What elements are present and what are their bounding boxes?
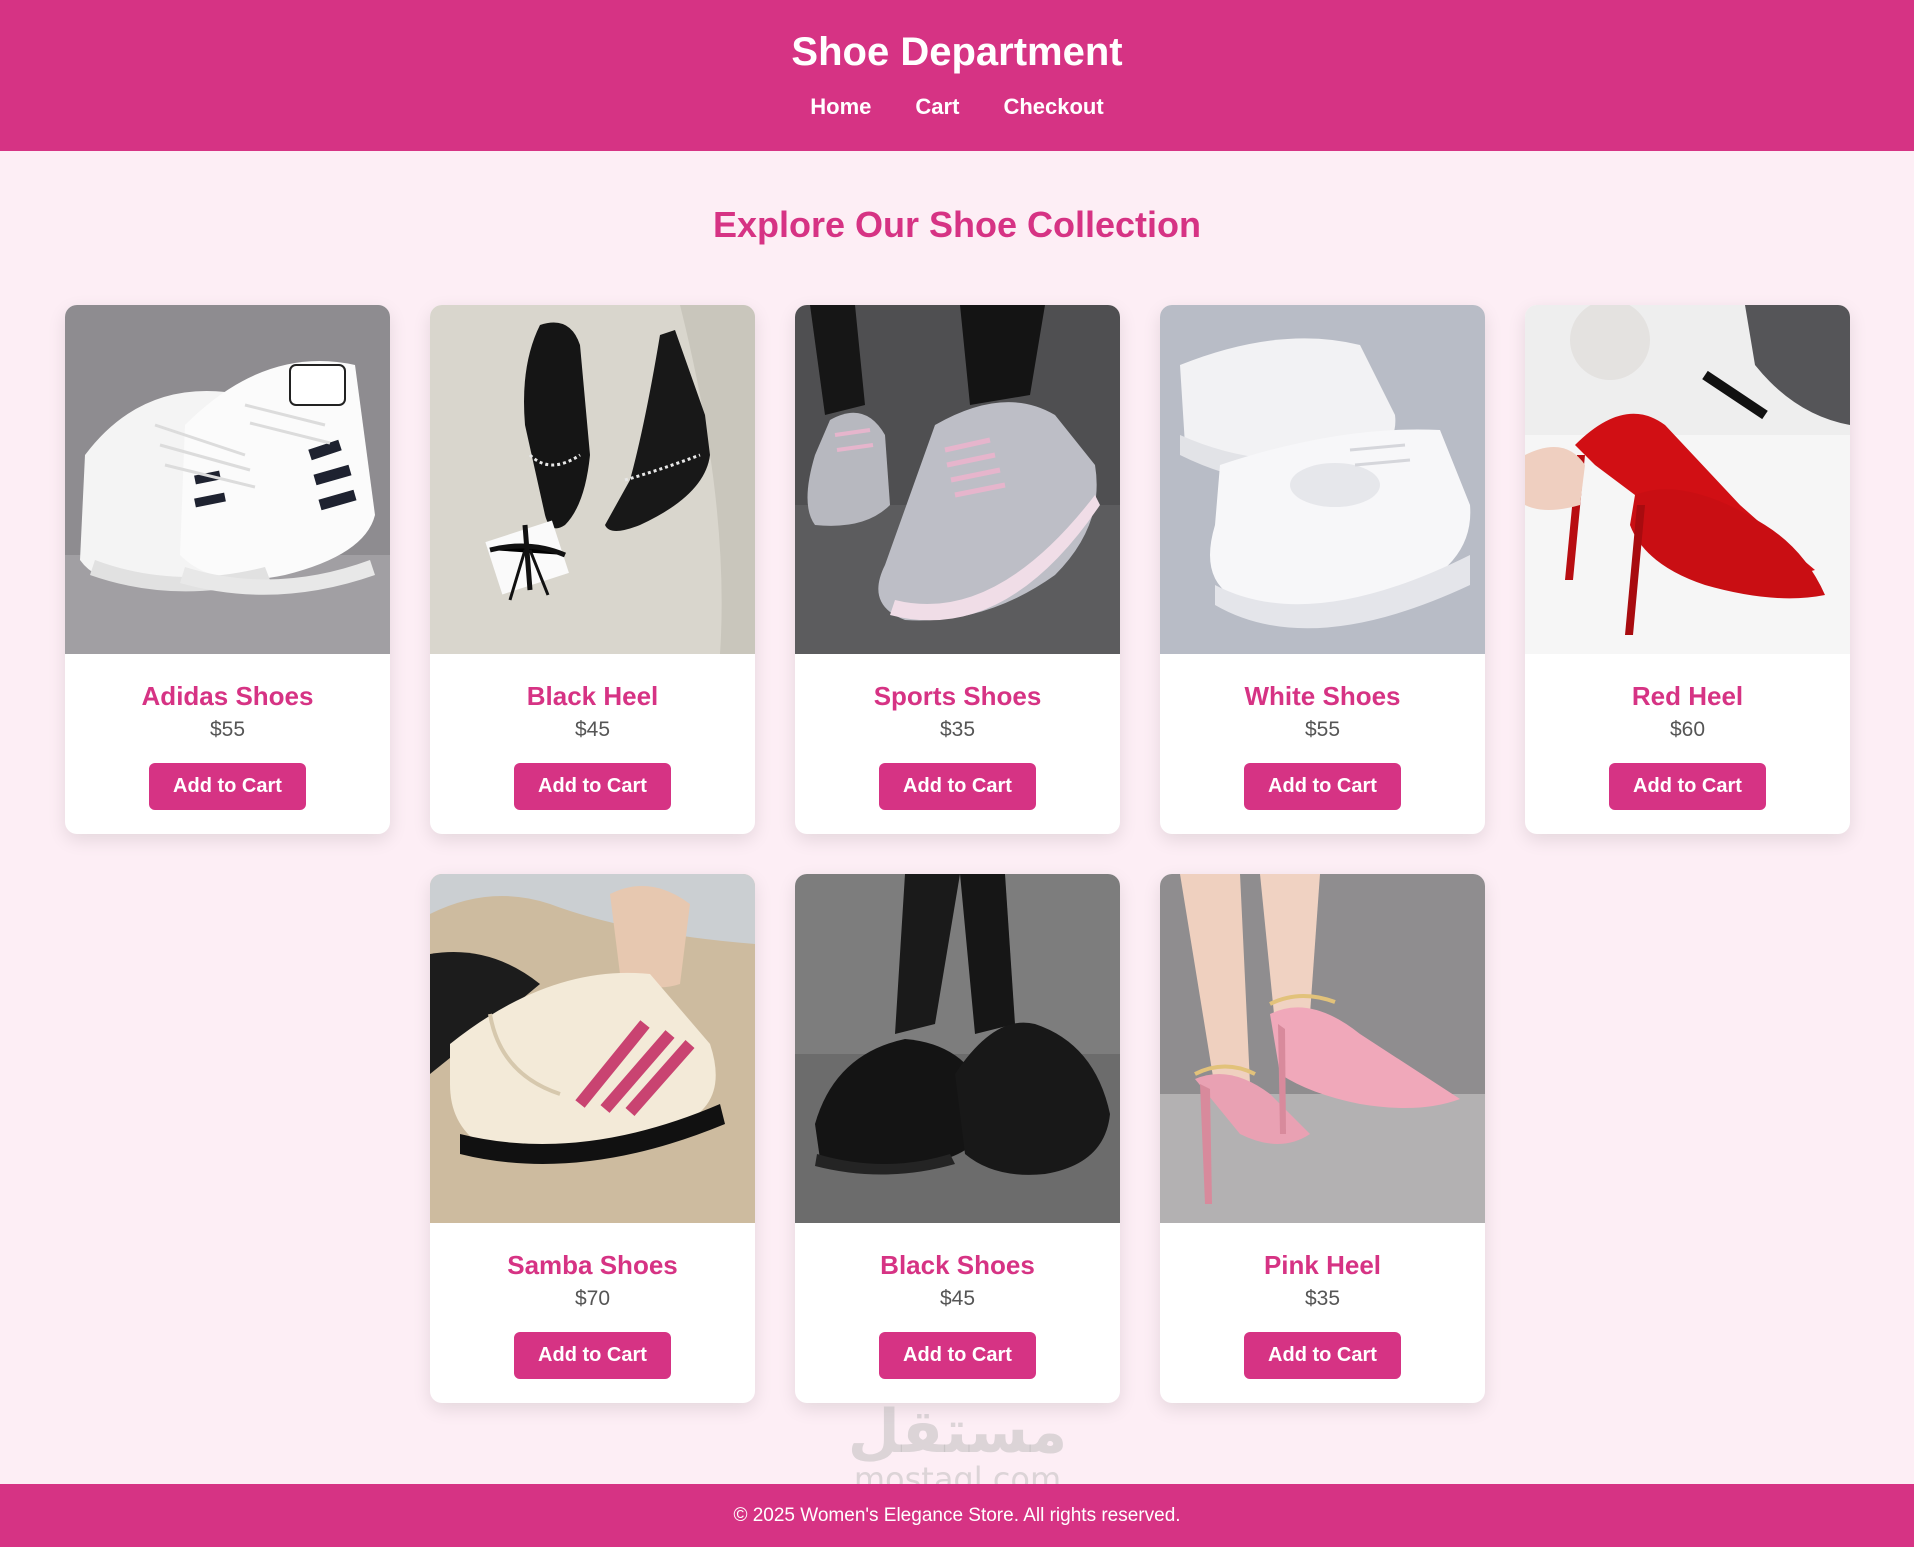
- product-card: Black Shoes $45 Add to Cart: [795, 874, 1120, 1403]
- product-image: [65, 305, 390, 654]
- nav-cart-link[interactable]: Cart: [915, 94, 959, 120]
- product-name: Pink Heel: [1263, 1250, 1382, 1280]
- product-price: $70: [574, 1287, 611, 1310]
- add-to-cart-button[interactable]: Add to Cart: [879, 763, 1036, 810]
- product-price: $45: [574, 718, 611, 741]
- product-image: [430, 874, 755, 1223]
- add-to-cart-button[interactable]: Add to Cart: [879, 1332, 1036, 1379]
- site-header: Shoe Department Home Cart Checkout: [0, 0, 1914, 151]
- product-image: [1525, 305, 1850, 654]
- add-to-cart-button[interactable]: Add to Cart: [514, 1332, 671, 1379]
- product-name: Sports Shoes: [873, 681, 1042, 711]
- add-to-cart-button[interactable]: Add to Cart: [1244, 763, 1401, 810]
- product-image: [795, 305, 1120, 654]
- product-name: Adidas Shoes: [141, 681, 314, 711]
- product-grid: Adidas Shoes $55 Add to Cart Black Heel …: [65, 305, 1850, 1403]
- product-name: Samba Shoes: [507, 1250, 678, 1280]
- product-image: [430, 305, 755, 654]
- product-card: Sports Shoes $35 Add to Cart: [795, 305, 1120, 834]
- product-price: $35: [939, 718, 976, 741]
- add-to-cart-button[interactable]: Add to Cart: [1609, 763, 1766, 810]
- product-card: Pink Heel $35 Add to Cart: [1160, 874, 1485, 1403]
- product-card: Adidas Shoes $55 Add to Cart: [65, 305, 390, 834]
- footer-copyright: © 2025 Women's Elegance Store. All right…: [733, 1505, 1181, 1526]
- add-to-cart-button[interactable]: Add to Cart: [514, 763, 671, 810]
- product-price: $55: [209, 718, 246, 741]
- product-card: Black Heel $45 Add to Cart: [430, 305, 755, 834]
- site-title: Shoe Department: [791, 30, 1123, 74]
- watermark-logo-text: مستقل: [847, 1397, 1068, 1467]
- nav-checkout-link[interactable]: Checkout: [1003, 94, 1103, 120]
- product-price: $45: [939, 1287, 976, 1310]
- page-title: Explore Our Shoe Collection: [712, 204, 1202, 245]
- product-price: $35: [1304, 1287, 1341, 1310]
- main-nav: Home Cart Checkout: [0, 94, 1914, 120]
- product-price: $60: [1669, 718, 1706, 741]
- product-name: Black Shoes: [880, 1250, 1035, 1280]
- product-price: $55: [1304, 718, 1341, 741]
- product-image: [795, 874, 1120, 1223]
- watermark-logo: مستقل mostaql.com: [840, 1397, 1075, 1495]
- product-name: White Shoes: [1244, 681, 1401, 711]
- product-card: White Shoes $55 Add to Cart: [1160, 305, 1485, 834]
- product-image: [1160, 305, 1485, 654]
- product-image: [1160, 874, 1485, 1223]
- add-to-cart-button[interactable]: Add to Cart: [149, 763, 306, 810]
- site-footer: © 2025 Women's Elegance Store. All right…: [0, 1484, 1914, 1547]
- product-card: Samba Shoes $70 Add to Cart: [430, 874, 755, 1403]
- nav-home-link[interactable]: Home: [810, 94, 871, 120]
- product-name: Red Heel: [1631, 681, 1744, 711]
- product-card: Red Heel $60 Add to Cart: [1525, 305, 1850, 834]
- product-name: Black Heel: [526, 681, 659, 711]
- add-to-cart-button[interactable]: Add to Cart: [1244, 1332, 1401, 1379]
